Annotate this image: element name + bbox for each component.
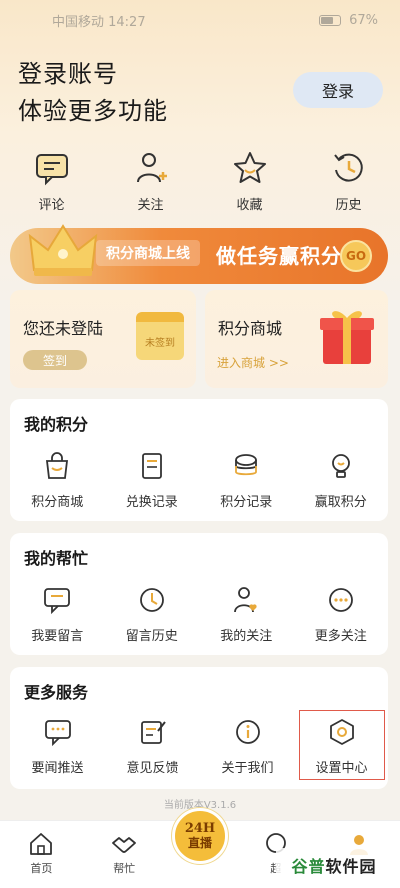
info-icon (235, 720, 260, 744)
clock-icon (139, 588, 164, 612)
services-item-label: 关于我们 (221, 761, 274, 776)
watermark-logo: 谷普 软件园 (276, 848, 392, 882)
points-record-item[interactable]: 积分记录 (201, 451, 291, 510)
calendar-icon: 未签到 (136, 312, 184, 360)
calendar-status: 未签到 (145, 337, 175, 349)
quick-action-label: 历史 (335, 198, 362, 213)
battery-percent: 67% (349, 12, 378, 28)
banner-text: 做任务赢积分 (216, 244, 342, 268)
bulb-icon (331, 454, 350, 478)
earn-points-item[interactable]: 赢取积分 (296, 451, 386, 510)
services-section: 更多服务 要闻推送 意见反馈 关于我们 设置中心 (10, 667, 388, 789)
tab-home[interactable]: 首页 (6, 831, 76, 888)
quick-action-label: 关注 (137, 198, 164, 213)
services-section-title: 更多服务 (24, 683, 89, 702)
gift-icon (320, 311, 374, 364)
mall-card[interactable]: 积分商城 进入商城 >> (205, 290, 388, 388)
banner-tag: 积分商城上线 (96, 240, 200, 266)
services-item-label: 设置中心 (315, 761, 368, 776)
points-mall-item[interactable]: 积分商城 (12, 451, 102, 510)
quick-action-follow[interactable]: 关注 (111, 150, 191, 213)
chat-dots-icon (44, 720, 71, 747)
help-section-title: 我的帮忙 (24, 549, 89, 568)
more-follows-item[interactable]: 更多关注 (296, 585, 386, 644)
tab-label: 首页 (30, 862, 53, 875)
quick-action-favorite[interactable]: 收藏 (210, 150, 290, 213)
live-line1: 24H (184, 821, 216, 836)
points-item-label: 积分商城 (31, 495, 84, 510)
message-history-item[interactable]: 留言历史 (107, 585, 197, 644)
edit-icon (140, 721, 166, 744)
follow-user-icon (136, 153, 167, 183)
history-icon (333, 153, 363, 182)
news-push-item[interactable]: 要闻推送 (13, 717, 103, 781)
live-24h-button[interactable]: 24H 直播 (172, 808, 228, 864)
quick-actions: 评论 关注 收藏 历史 (0, 150, 400, 213)
checkin-button[interactable]: 签到 (23, 350, 87, 370)
checkin-card: 您还未登陆 签到 未签到 (10, 290, 196, 388)
points-item-label: 积分记录 (220, 495, 273, 510)
enter-mall-link[interactable]: 进入商城 >> (217, 354, 289, 371)
leave-message-item[interactable]: 我要留言 (12, 585, 102, 644)
watermark-part1: 谷普 (291, 857, 326, 876)
user-heart-icon (234, 587, 257, 613)
points-section: 我的积分 积分商城 兑换记录 积分记录 赢取积分 (10, 399, 388, 521)
watermark-part2: 软件园 (325, 857, 377, 876)
help-item-label: 留言历史 (125, 629, 178, 644)
feedback-item[interactable]: 意见反馈 (108, 717, 198, 781)
points-section-title: 我的积分 (24, 415, 89, 434)
help-item-label: 我的关注 (220, 629, 273, 644)
message-icon (44, 588, 71, 615)
tab-help[interactable]: 帮忙 (89, 831, 159, 888)
banner-go-button[interactable]: GO (340, 240, 372, 272)
star-icon (233, 152, 266, 183)
login-button[interactable]: 登录 (293, 72, 383, 108)
status-carrier-time: 中国移动 14:27 (52, 14, 146, 30)
coins-icon (235, 454, 258, 476)
quick-action-comment[interactable]: 评论 (12, 150, 92, 213)
login-prompt-line1: 登录账号 (18, 60, 118, 88)
quick-action-label: 收藏 (236, 198, 263, 213)
settings-center-item[interactable]: 设置中心 (298, 709, 386, 781)
settings-hexagon-icon (329, 719, 354, 745)
mall-card-title: 积分商城 (218, 319, 283, 338)
handshake-icon (112, 837, 137, 853)
points-item-label: 赢取积分 (314, 495, 367, 510)
quick-action-label: 评论 (38, 198, 65, 213)
services-item-label: 意见反馈 (126, 761, 179, 776)
crown-icon (28, 224, 98, 276)
quick-action-history[interactable]: 历史 (309, 150, 389, 213)
help-item-label: 更多关注 (314, 629, 367, 644)
exchange-record-item[interactable]: 兑换记录 (107, 451, 197, 510)
comment-icon (35, 154, 68, 186)
login-prompt: 登录账号 体验更多功能 (18, 56, 168, 130)
my-follows-item[interactable]: 我的关注 (201, 585, 291, 644)
points-mall-banner[interactable]: 积分商城上线 做任务赢积分 GO (10, 224, 388, 284)
document-icon (141, 453, 162, 479)
home-icon (30, 833, 53, 855)
tab-label: 帮忙 (113, 862, 136, 875)
live-line2: 直播 (187, 836, 212, 850)
shopping-bag-icon (46, 452, 69, 479)
more-icon (328, 588, 353, 612)
about-us-item[interactable]: 关于我们 (203, 717, 293, 781)
checkin-card-title: 您还未登陆 (23, 319, 104, 338)
status-bar: 中国移动 14:27 67% (0, 0, 400, 40)
points-item-label: 兑换记录 (125, 495, 178, 510)
services-item-label: 要闻推送 (31, 761, 84, 776)
battery-icon (319, 14, 342, 26)
help-item-label: 我要留言 (31, 629, 84, 644)
help-section: 我的帮忙 我要留言 留言历史 我的关注 更多关注 (10, 533, 388, 655)
login-prompt-line2: 体验更多功能 (18, 97, 168, 125)
